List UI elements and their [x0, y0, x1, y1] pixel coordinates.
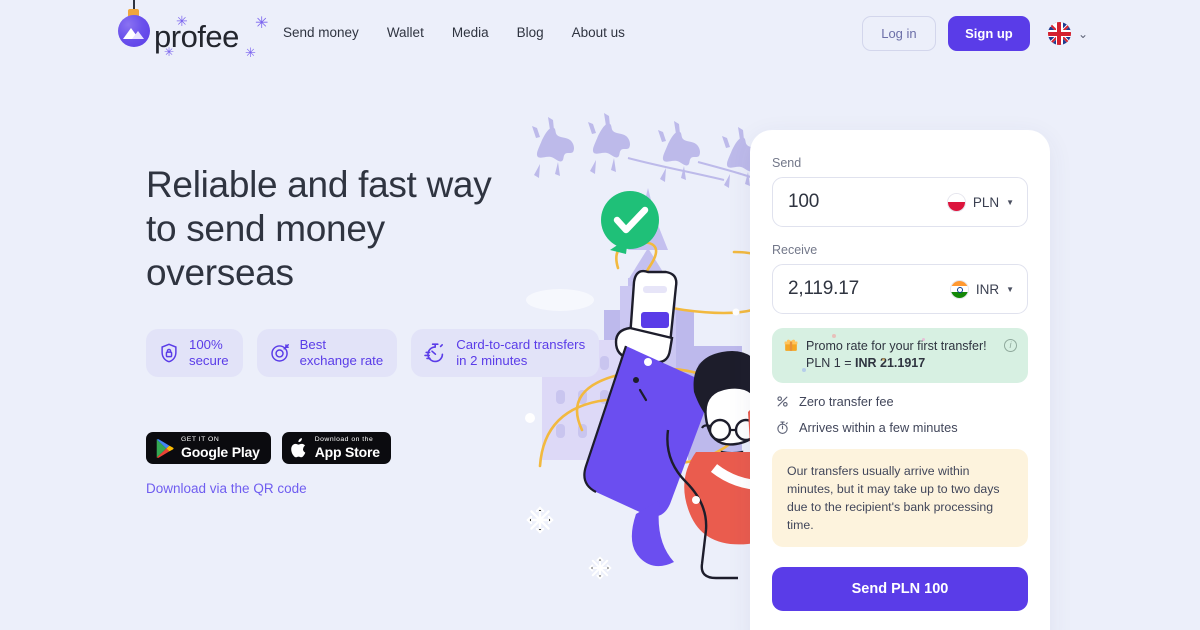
- india-flag-icon: [949, 279, 969, 299]
- app-store-small-label: Download on the: [314, 435, 374, 443]
- receive-field[interactable]: 2,119.17 INR ▼: [772, 264, 1028, 314]
- app-store-buttons: GET IT ON Google Play Download on the Ap…: [146, 432, 391, 464]
- send-field[interactable]: 100 PLN ▼: [772, 177, 1028, 227]
- chevron-down-icon: ⌄: [1077, 26, 1088, 41]
- christmas-ornament-icon: [112, 0, 156, 56]
- chevron-down-icon: ▼: [1006, 197, 1014, 207]
- poland-flag-icon: [946, 192, 966, 212]
- badge-exchange-rate-label: Best exchange rate: [299, 337, 384, 368]
- login-button[interactable]: Log in: [861, 16, 936, 51]
- badge-secure-label: 100% secure: [189, 337, 229, 368]
- landing-page: profee ✳ ✳ ✳ ✳ Send money Wallet Media B…: [0, 0, 1200, 630]
- google-play-icon: [156, 438, 174, 458]
- app-store-label: App Store: [314, 444, 380, 461]
- promo-rate: PLN 1 = INR 21.1917: [784, 354, 1016, 372]
- chevron-down-icon: ▼: [1006, 284, 1014, 294]
- badge-card-transfers-label: Card-to-card transfers in 2 minutes: [456, 337, 586, 368]
- promo-rate-prefix: PLN 1 =: [806, 356, 855, 370]
- google-play-small-label: GET IT ON: [181, 435, 220, 443]
- badge-exchange-rate: Best exchange rate: [256, 329, 398, 377]
- nav-item-about-us[interactable]: About us: [572, 25, 625, 40]
- logo[interactable]: profee ✳ ✳ ✳ ✳: [112, 0, 268, 59]
- hero-heading-line-3: overseas: [146, 252, 294, 293]
- promo-rate-banner: Promo rate for your first transfer! PLN …: [772, 328, 1028, 383]
- nav-item-blog[interactable]: Blog: [517, 25, 544, 40]
- badge-secure: 100% secure: [146, 329, 243, 377]
- promo-title: Promo rate for your first transfer!: [806, 339, 987, 353]
- hero-heading-line-1: Reliable and fast way: [146, 164, 492, 205]
- send-currency-selector[interactable]: PLN ▼: [946, 192, 1014, 212]
- transfer-notice: Our transfers usually arrive within minu…: [772, 449, 1028, 547]
- percent-icon: [777, 396, 788, 407]
- snowflake-star-icon: ✳: [164, 45, 175, 59]
- feature-zero-fee: Zero transfer fee: [772, 394, 1028, 409]
- receive-label: Receive: [772, 243, 818, 257]
- send-currency-code: PLN: [972, 194, 1000, 210]
- receive-amount-input[interactable]: 2,119.17: [788, 278, 950, 300]
- google-play-button[interactable]: GET IT ON Google Play: [146, 432, 271, 464]
- feature-zero-fee-label: Zero transfer fee: [799, 394, 894, 409]
- snowflake-star-icon: ✳: [255, 15, 269, 32]
- transfer-calculator-card: Send 100 PLN ▼ Receive 2,119.17 INR ▼ Pr…: [750, 130, 1050, 630]
- snowflake-star-icon: ✳: [245, 45, 256, 60]
- receive-currency-code: INR: [975, 281, 1000, 297]
- feature-badges: 100% secure Best exchange rate Card-to-car…: [146, 329, 600, 377]
- nav-item-media[interactable]: Media: [452, 25, 489, 40]
- promo-rate-value: INR 21.1917: [855, 356, 926, 370]
- stopwatch-icon: [424, 343, 444, 363]
- uk-flag-icon: [1047, 22, 1071, 45]
- snowflake-star-icon: ✳: [176, 13, 188, 29]
- nav-item-wallet[interactable]: Wallet: [387, 25, 424, 40]
- send-money-button[interactable]: Send PLN 100: [772, 567, 1028, 611]
- apple-icon: [290, 437, 305, 457]
- receive-currency-selector[interactable]: INR ▼: [949, 279, 1014, 299]
- header-actions: Log in Sign up ⌄: [861, 16, 1088, 51]
- qr-code-link[interactable]: Download via the QR code: [146, 481, 307, 496]
- app-store-button[interactable]: Download on the App Store: [281, 432, 391, 464]
- badge-card-transfers: Card-to-card transfers in 2 minutes: [411, 329, 600, 377]
- info-icon[interactable]: i: [1004, 339, 1017, 352]
- send-amount-input[interactable]: 100: [788, 191, 947, 213]
- snowflakes: [526, 506, 612, 580]
- send-label: Send: [772, 156, 802, 170]
- shield-lock-icon: [161, 343, 177, 363]
- main-navigation: Send money Wallet Media Blog About us: [283, 25, 625, 40]
- feature-arrival-time-label: Arrives within a few minutes: [799, 420, 958, 435]
- signup-button[interactable]: Sign up: [947, 16, 1030, 51]
- gift-icon: [784, 339, 798, 351]
- nav-item-send-money[interactable]: Send money: [283, 25, 359, 40]
- google-play-label: Google Play: [181, 444, 260, 461]
- feature-arrival-time: Arrives within a few minutes: [772, 420, 1028, 435]
- stopwatch-icon: [777, 421, 788, 434]
- hero-heading-line-2: to send money: [146, 208, 385, 249]
- site-header: profee ✳ ✳ ✳ ✳ Send money Wallet Media B…: [0, 0, 1200, 68]
- hero-heading: Reliable and fast way to send money over…: [146, 163, 576, 295]
- target-icon: [270, 344, 289, 362]
- language-selector[interactable]: ⌄: [1047, 22, 1088, 45]
